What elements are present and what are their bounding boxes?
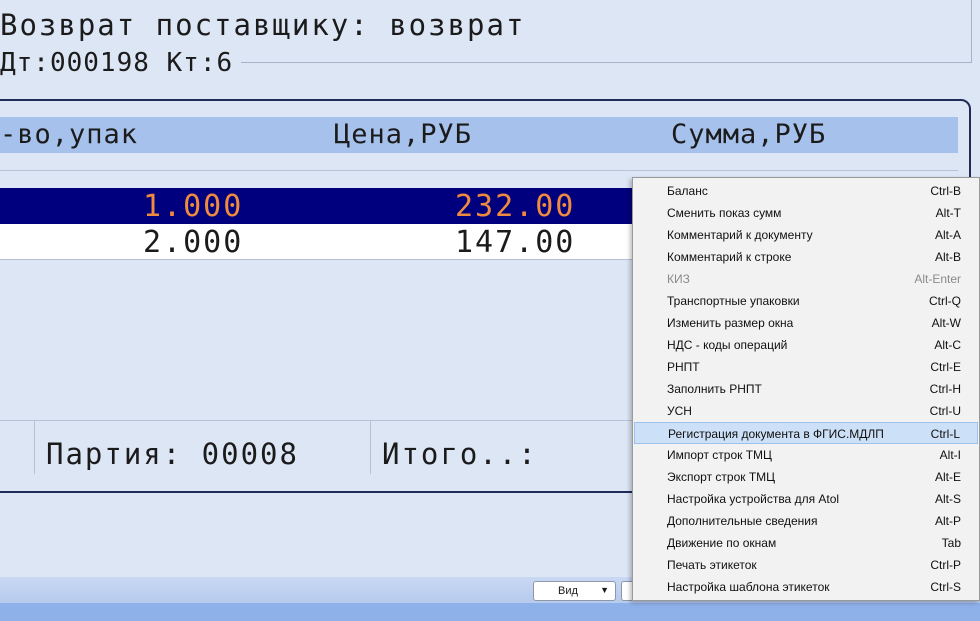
menu-item-label: УСН xyxy=(667,404,692,418)
menu-item-label: Баланс xyxy=(667,184,708,198)
menu-item-label: НДС - коды операций xyxy=(667,338,788,352)
table-row-selected[interactable]: 1.000 232.00 xyxy=(0,188,634,224)
menu-item-shortcut: Ctrl-H xyxy=(929,382,961,396)
batch-field: Партия: 00008 xyxy=(46,437,299,471)
menu-item-label: Изменить размер окна xyxy=(667,316,794,330)
menu-item[interactable]: Печать этикеток Ctrl-P xyxy=(634,554,978,576)
menu-item-shortcut: Alt-I xyxy=(939,448,961,462)
chevron-down-icon: ▼ xyxy=(600,585,609,595)
menu-item-label: Сменить показ сумм xyxy=(667,206,782,220)
menu-item[interactable]: Транспортные упаковки Ctrl-Q xyxy=(634,290,978,312)
price-cell: 232.00 xyxy=(455,189,576,224)
menu-item-label: Комментарий к документу xyxy=(667,228,813,242)
menu-item-shortcut: Alt-S xyxy=(934,492,961,506)
menu-item[interactable]: Баланс Ctrl-B xyxy=(634,180,978,202)
menu-item-label: Настройка шаблона этикеток xyxy=(667,580,830,594)
view-dropdown-label: Вид xyxy=(558,585,578,597)
menu-item-label: Транспортные упаковки xyxy=(667,294,800,308)
menu-item-label: РНПТ xyxy=(667,360,700,374)
menu-item-label: Экспорт строк ТМЦ xyxy=(667,470,776,484)
header-divider xyxy=(971,0,972,63)
menu-item[interactable]: Настройка шаблона этикеток Ctrl-S xyxy=(634,576,978,598)
menu-item-shortcut: Alt-A xyxy=(934,228,961,242)
qty-cell: 1.000 xyxy=(143,189,244,224)
menu-item[interactable]: Регистрация документа в ФГИС.МДЛП Ctrl-L xyxy=(634,422,978,444)
menu-item-shortcut: Alt-E xyxy=(934,470,961,484)
menu-item: КИЗ Alt-Enter xyxy=(634,268,978,290)
document-title: Возврат поставщику: возврат xyxy=(0,8,526,42)
menu-item-shortcut: Ctrl-P xyxy=(930,558,961,572)
menu-item-label: Заполнить РНПТ xyxy=(667,382,762,396)
menu-item[interactable]: Комментарий к документу Alt-A xyxy=(634,224,978,246)
menu-item[interactable]: Заполнить РНПТ Ctrl-H xyxy=(634,378,978,400)
divider xyxy=(0,170,958,171)
column-header-price: Цена,РУБ xyxy=(334,119,473,150)
account-codes: Дт:000198 Кт:6 xyxy=(0,48,242,78)
bottom-strip xyxy=(0,603,980,621)
footer-divider xyxy=(0,420,634,421)
menu-item-shortcut: Ctrl-L xyxy=(930,427,960,441)
menu-item-shortcut: Ctrl-B xyxy=(930,184,961,198)
menu-item[interactable]: УСН Ctrl-U xyxy=(634,400,978,422)
menu-item-shortcut: Alt-T xyxy=(935,206,961,220)
menu-item-label: Движение по окнам xyxy=(667,536,777,550)
menu-item-shortcut: Ctrl-Q xyxy=(929,294,961,308)
menu-item-shortcut: Ctrl-S xyxy=(930,580,961,594)
qty-cell: 2.000 xyxy=(143,225,244,260)
menu-item-shortcut: Alt-B xyxy=(934,250,961,264)
menu-item-label: Дополнительные сведения xyxy=(667,514,818,528)
menu-item-shortcut: Ctrl-U xyxy=(929,404,961,418)
menu-item-shortcut: Alt-C xyxy=(934,338,961,352)
menu-item-label: Комментарий к строке xyxy=(667,250,792,264)
menu-item-label: Импорт строк ТМЦ xyxy=(667,448,772,462)
view-dropdown[interactable]: Вид ▼ xyxy=(533,581,616,601)
menu-item-shortcut: Alt-W xyxy=(931,316,961,330)
column-header-sum: Сумма,РУБ xyxy=(671,119,827,150)
menu-item-label: Настройка устройства для Atol xyxy=(667,492,840,506)
footer-divider xyxy=(370,420,371,474)
context-menu: Баланс Ctrl-B Сменить показ сумм Alt-T Комме… xyxy=(632,177,980,601)
table-row[interactable]: 2.000 147.00 xyxy=(0,224,634,260)
menu-item-label: Печать этикеток xyxy=(667,558,757,572)
menu-item[interactable]: НДС - коды операций Alt-C xyxy=(634,334,978,356)
menu-item-shortcut: Alt-Enter xyxy=(914,272,961,286)
menu-item[interactable]: Движение по окнам Tab xyxy=(634,532,978,554)
menu-item-shortcut: Ctrl-E xyxy=(930,360,961,374)
price-cell: 147.00 xyxy=(455,225,576,260)
menu-item[interactable]: Настройка устройства для Atol Alt-S xyxy=(634,488,978,510)
column-header-qty: -во,упак xyxy=(0,119,139,150)
menu-item[interactable]: Дополнительные сведения Alt-P xyxy=(634,510,978,532)
menu-item[interactable]: Сменить показ сумм Alt-T xyxy=(634,202,978,224)
menu-item-label: Регистрация документа в ФГИС.МДЛП xyxy=(668,427,884,441)
menu-item[interactable]: РНПТ Ctrl-E xyxy=(634,356,978,378)
menu-item[interactable]: Экспорт строк ТМЦ Alt-E xyxy=(634,466,978,488)
menu-item[interactable]: Комментарий к строке Alt-B xyxy=(634,246,978,268)
total-label: Итого..: xyxy=(382,437,538,471)
menu-item-shortcut: Tab xyxy=(941,536,961,550)
menu-item[interactable]: Изменить размер окна Alt-W xyxy=(634,312,978,334)
menu-item-shortcut: Alt-P xyxy=(934,514,961,528)
menu-item[interactable]: Импорт строк ТМЦ Alt-I xyxy=(634,444,978,466)
footer-divider xyxy=(34,420,35,474)
menu-item-label: КИЗ xyxy=(667,272,690,286)
